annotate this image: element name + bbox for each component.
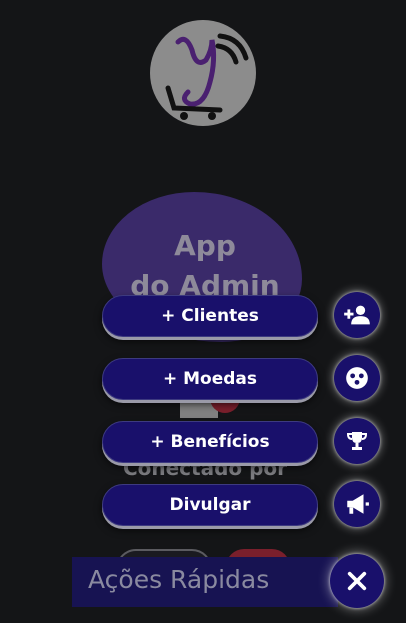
share-button[interactable]: Divulgar [102,484,318,526]
add-clients-label: + Clientes [161,306,259,326]
quick-actions-bar: Ações Rápidas [72,557,338,607]
add-benefits-fab[interactable] [334,418,380,464]
share-label: Divulgar [169,495,251,515]
trophy-icon [346,432,368,450]
add-coins-button[interactable]: + Moedas [102,358,318,400]
person-add-icon [344,305,370,325]
add-clients-fab[interactable] [334,292,380,338]
close-icon [347,571,367,591]
app-logo [150,20,256,126]
share-fab[interactable] [334,481,380,527]
quick-actions-label: Ações Rápidas [88,565,270,594]
app-title: App do Admin [105,226,305,306]
add-benefits-label: + Benefícios [150,432,270,452]
megaphone-icon [347,494,369,514]
add-benefits-button[interactable]: + Benefícios [102,421,318,463]
coins-icon [346,367,368,389]
add-clients-button[interactable]: + Clientes [102,295,318,337]
add-coins-label: + Moedas [162,369,258,389]
close-speed-dial-button[interactable] [330,554,384,608]
add-coins-fab[interactable] [334,355,380,401]
app-title-line1: App [174,229,236,262]
